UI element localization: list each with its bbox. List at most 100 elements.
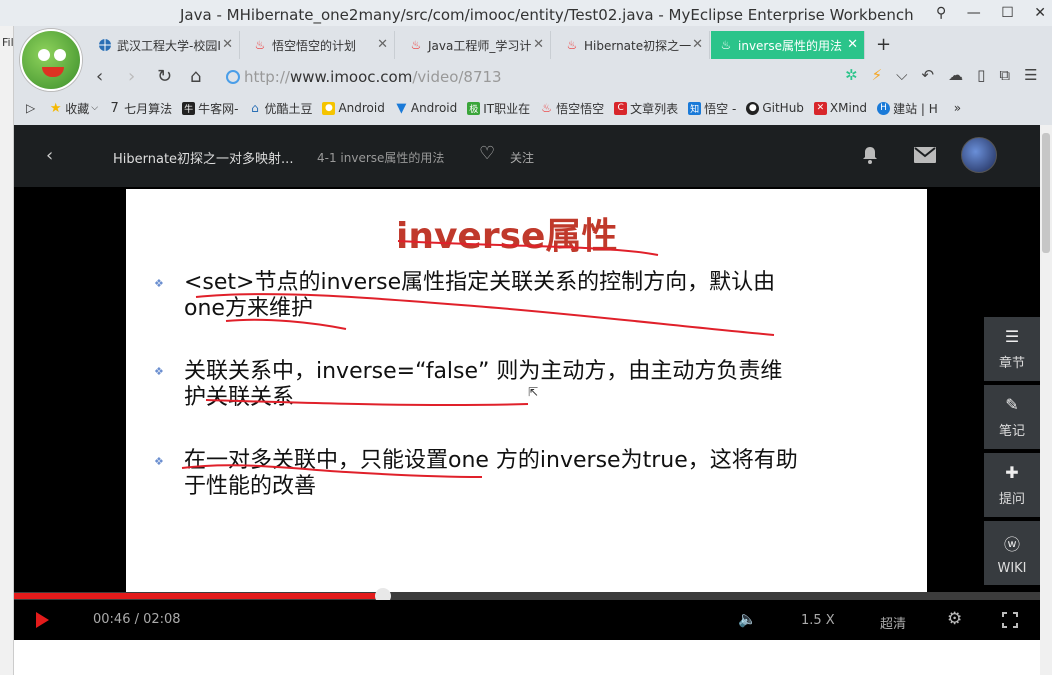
new-window-icon[interactable]: ⧉ (999, 66, 1010, 84)
ide-window-controls: ⚲ — ☐ ✕ (936, 2, 1046, 24)
bookmark-it-career[interactable]: 极 IT职业在 (467, 100, 530, 117)
heart-icon[interactable]: ♡ (479, 143, 495, 164)
tab-bar: 武汉工程大学-校园I ✕ ♨ 悟空悟空的计划 ✕ ♨ Java工程师_学习计 ✕… (90, 30, 1040, 60)
menu-icon[interactable]: ☰ (1024, 66, 1037, 84)
bookmark-github[interactable]: ● GitHub (746, 101, 804, 115)
bookmark-jianzhan[interactable]: H 建站 | H (877, 100, 938, 117)
url-text[interactable]: http://www.imooc.com/video/8713 (244, 68, 502, 86)
bookmark-xmind[interactable]: ✕ XMind (813, 101, 867, 115)
volume-icon[interactable]: 🔈 (738, 610, 757, 628)
site-icon (226, 70, 240, 84)
globe-icon (98, 38, 112, 52)
toolbar-right: ✲ ⚡ ⌵ ↶ ☁ ▯ ⧉ ☰ (845, 66, 1038, 84)
sidebar-notes-button[interactable]: ✎ 笔记 (984, 385, 1040, 449)
fullscreen-icon[interactable] (1002, 612, 1018, 628)
ide-close-button[interactable]: ✕ (1034, 5, 1046, 21)
pen-annotations (181, 240, 775, 478)
quality-button[interactable]: 超清 (880, 613, 906, 632)
tab-label: Java工程师_学习计 (428, 38, 532, 53)
sidebar-question-button[interactable]: ✚ 提问 (984, 453, 1040, 517)
xmind-icon: ✕ (813, 101, 827, 115)
tab-java-engineer[interactable]: ♨ Java工程师_学习计 ✕ (401, 31, 551, 59)
bookmark-youku[interactable]: ⌂ 优酷土豆 (248, 100, 312, 117)
tab-label: 武汉工程大学-校园I (117, 38, 221, 53)
flame-icon: ♨ (720, 38, 732, 52)
h-icon: H (877, 101, 891, 115)
speed-button[interactable]: 1.5 X (801, 613, 835, 628)
bookmark-articles[interactable]: C 文章列表 (614, 100, 678, 117)
refresh-green-icon[interactable]: ✲ (845, 66, 858, 84)
mail-icon[interactable] (914, 147, 936, 166)
pencil-icon: ✎ (1005, 395, 1019, 414)
youku-icon: ⌂ (251, 101, 259, 115)
wiki-icon: ⓦ (1003, 534, 1020, 554)
scrollbar-thumb[interactable] (1042, 133, 1050, 253)
video-progress-bar[interactable] (14, 588, 1040, 604)
bookmarks-toggle-icon[interactable]: ▷ (26, 101, 35, 115)
lightning-icon[interactable]: ⚡ (872, 66, 883, 84)
reload-icon[interactable]: ↻ (157, 66, 172, 87)
ide-minimize-button[interactable]: — (967, 5, 981, 21)
star-icon: ★ (49, 100, 62, 116)
flame-icon: ♨ (541, 101, 553, 115)
follow-button[interactable]: 关注 (510, 149, 534, 166)
back-icon[interactable]: ‹ (46, 145, 53, 166)
bee-icon: ● (322, 101, 336, 115)
ide-left-strip: Fil (0, 26, 14, 675)
csdn-icon: C (614, 101, 628, 115)
menu-icon: ☰ (1004, 327, 1020, 346)
zhihu-icon: 知 (688, 101, 702, 115)
seven-icon: 7 (110, 100, 119, 116)
close-icon[interactable]: ✕ (533, 37, 544, 52)
video-header: ‹ Hibernate初探之一对多映射... 4-1 inverse属性的用法 … (14, 125, 1040, 187)
course-title[interactable]: Hibernate初探之一对多映射... (113, 148, 293, 167)
nowcoder-icon: 牛 (182, 101, 196, 115)
video-player[interactable]: inverse属性 ❖ <set>节点的inverse属性指定关联关系的控制方向… (14, 187, 1040, 592)
play-icon[interactable] (36, 612, 49, 628)
user-avatar[interactable] (961, 137, 997, 173)
cloud-icon[interactable]: ☁ (948, 66, 963, 84)
undo-icon[interactable]: ↶ (922, 66, 935, 84)
ide-maximize-button[interactable]: ☐ (1001, 5, 1014, 21)
tab-inverse-active[interactable]: ♨ inverse属性的用法 ✕ (711, 31, 865, 59)
bookmark-android-2[interactable]: ▼ Android (395, 101, 457, 116)
close-icon[interactable]: ✕ (377, 37, 388, 52)
jike-icon: 极 (467, 101, 481, 115)
bookmark-android-1[interactable]: ● Android (322, 101, 385, 115)
tab-hibernate[interactable]: ♨ Hibernate初探之一 ✕ (557, 31, 710, 59)
settings-gear-icon[interactable]: ⚙ (947, 609, 962, 629)
sidebar-wiki-button[interactable]: ⓦ WIKI (984, 521, 1040, 585)
close-icon[interactable]: ✕ (692, 37, 703, 52)
progress-fill (14, 593, 384, 599)
dropdown-icon[interactable]: ⌵ (896, 66, 907, 84)
browser-logo-icon[interactable] (20, 29, 82, 91)
navigation-bar: ‹ › ↻ ⌂ http://www.imooc.com/video/8713 … (90, 62, 1052, 92)
bell-icon[interactable] (860, 145, 880, 168)
sidebar-chapters-button[interactable]: ☰ 章节 (984, 317, 1040, 381)
flame-icon: ♨ (410, 38, 422, 52)
close-icon[interactable]: ✕ (222, 37, 233, 52)
back-icon[interactable]: ‹ (96, 66, 103, 87)
bookmarks-more-icon[interactable]: » (954, 101, 961, 115)
ide-shirt-icon[interactable]: ⚲ (936, 5, 946, 21)
close-icon[interactable]: ✕ (847, 37, 858, 52)
bookmark-zhihu[interactable]: 知悟空 - (688, 100, 736, 117)
player-controls: 00:46 / 02:08 🔈 1.5 X 超清 ⚙ (14, 600, 1040, 640)
bookmark-wukong[interactable]: ♨ 悟空悟空 (540, 100, 604, 117)
new-tab-button[interactable]: + (876, 34, 891, 55)
tab-whut[interactable]: 武汉工程大学-校园I ✕ (90, 31, 240, 59)
ide-file-menu[interactable]: Fil (2, 36, 14, 49)
phone-icon[interactable]: ▯ (977, 66, 985, 84)
page-scrollbar[interactable] (1040, 125, 1052, 675)
bookmark-qiyue[interactable]: 7 七月算法 (108, 100, 172, 117)
bookmark-favorites[interactable]: ★ 收藏 ⌵ (49, 100, 98, 117)
tab-label: inverse属性的用法 (738, 38, 842, 53)
tab-wukong-plan[interactable]: ♨ 悟空悟空的计划 ✕ (245, 31, 395, 59)
address-bar[interactable]: http://www.imooc.com/video/8713 (226, 65, 726, 89)
ide-window-title: Java - MHibernate_one2many/src/com/imooc… (180, 6, 914, 24)
forward-icon[interactable]: › (128, 66, 135, 87)
github-icon: ● (746, 101, 760, 115)
lecture-slide: inverse属性 ❖ <set>节点的inverse属性指定关联关系的控制方向… (126, 189, 927, 592)
home-icon[interactable]: ⌂ (190, 66, 201, 87)
bookmark-nowcoder[interactable]: 牛牛客网- (182, 100, 238, 117)
